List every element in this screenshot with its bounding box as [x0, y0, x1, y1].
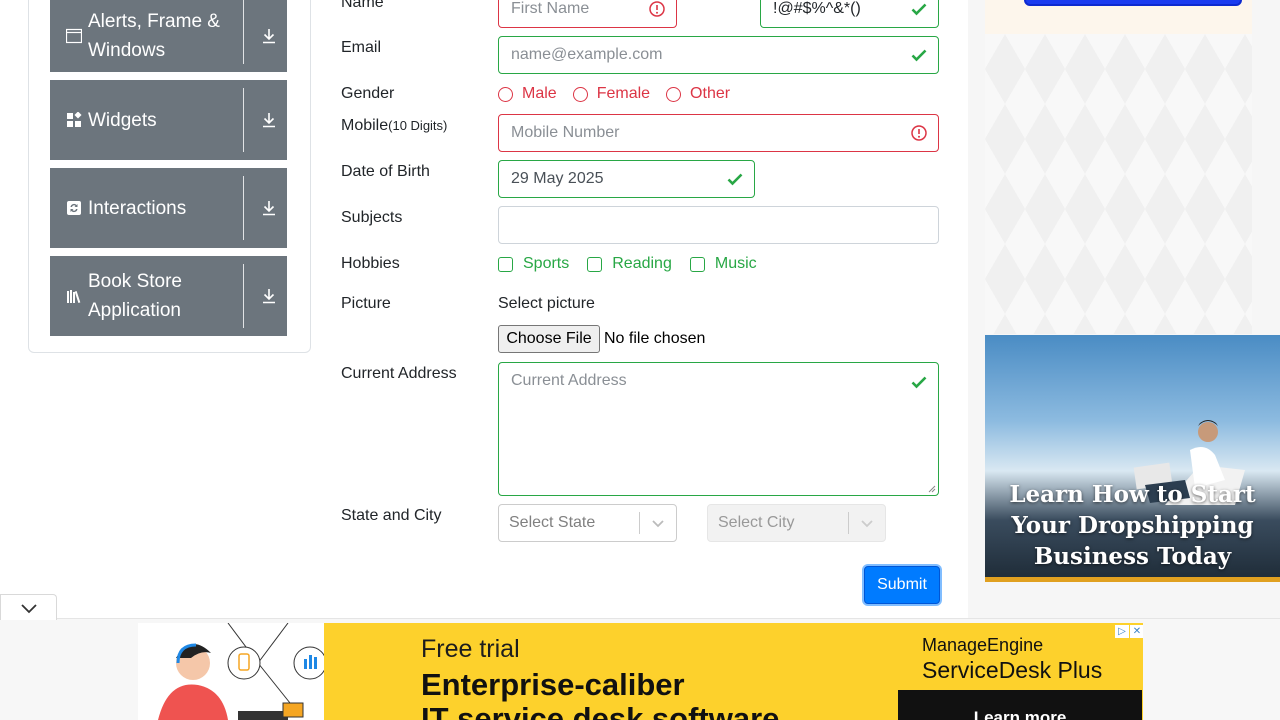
- last-name-value: !@#$%^&*(): [773, 0, 861, 17]
- sidebar-group-book-store[interactable]: Book Store Application: [50, 256, 287, 336]
- check-icon: [911, 3, 927, 16]
- gender-radio-other[interactable]: [666, 86, 682, 102]
- ad-headline-1: Enterprise-caliber: [421, 667, 685, 702]
- resize-handle-icon[interactable]: [928, 485, 936, 493]
- hobbies-label: Hobbies: [341, 255, 400, 272]
- choose-file-button[interactable]: Choose File: [498, 325, 600, 353]
- download-icon[interactable]: [257, 256, 281, 336]
- chevron-down-icon: [20, 603, 37, 613]
- gender-male-label[interactable]: Male: [522, 85, 557, 103]
- check-icon: [727, 173, 743, 186]
- address-textarea[interactable]: Current Address: [498, 362, 939, 496]
- ad-choices[interactable]: ▷ ✕: [1114, 625, 1143, 638]
- email-input[interactable]: name@example.com: [498, 36, 939, 74]
- first-name-placeholder: First Name: [511, 0, 590, 17]
- download-icon[interactable]: [257, 168, 281, 248]
- ad-headline-2: IT service desk software: [421, 701, 780, 720]
- hobby-checkbox-sports[interactable]: [498, 256, 513, 272]
- dob-input[interactable]: 29 May 2025: [498, 160, 755, 198]
- divider: [243, 264, 244, 328]
- address-label: Current Address: [341, 365, 457, 382]
- promo-bottom-bar: [985, 577, 1280, 582]
- books-icon: [67, 290, 81, 304]
- ad-illustration: [138, 623, 327, 720]
- dob-value: 29 May 2025: [511, 170, 604, 187]
- gender-female-label[interactable]: Female: [597, 85, 650, 103]
- promo-ad[interactable]: Learn How to Start Your Dropshipping Bus…: [985, 335, 1280, 582]
- city-select[interactable]: Select City: [707, 504, 886, 542]
- divider: [243, 0, 244, 64]
- ad-brand-manageengine: ManageEngine: [922, 635, 1044, 655]
- hobby-music-label[interactable]: Music: [715, 255, 757, 273]
- file-status: No file chosen: [604, 330, 706, 347]
- error-icon: [649, 1, 665, 17]
- dob-label: Date of Birth: [341, 163, 430, 180]
- hobbies-options: Sports Reading Music: [498, 255, 775, 273]
- mobile-hint: (10 Digits): [388, 118, 448, 133]
- subjects-input[interactable]: [498, 206, 939, 244]
- sidebar-group-interactions[interactable]: Interactions: [50, 168, 287, 248]
- email-placeholder: name@example.com: [511, 46, 663, 63]
- sidebar-group-label: Alerts, Frame & Windows: [88, 11, 220, 61]
- gender-label: Gender: [341, 85, 395, 102]
- hobby-sports-label[interactable]: Sports: [523, 255, 569, 273]
- ad-learn-more-button[interactable]: Learn more: [898, 690, 1142, 720]
- mobile-label: Mobile(10 Digits): [341, 117, 447, 135]
- hobby-checkbox-music[interactable]: [689, 256, 705, 272]
- collapse-ad-button[interactable]: [0, 594, 57, 620]
- chevron-down-icon[interactable]: [640, 518, 676, 528]
- ad-pattern-background: [985, 34, 1252, 334]
- last-name-input[interactable]: !@#$%^&*(): [760, 0, 939, 28]
- ad-brand-servicedesk: ServiceDesk Plus: [922, 657, 1103, 683]
- gender-radio-female[interactable]: [572, 86, 588, 102]
- promo-title: Learn How to Start Your Dropshipping Bus…: [1009, 481, 1256, 570]
- gender-other-label[interactable]: Other: [690, 85, 730, 103]
- address-placeholder: Current Address: [511, 372, 627, 389]
- ad-free-trial: Free trial: [421, 635, 520, 663]
- state-select[interactable]: Select State: [498, 504, 677, 542]
- email-label: Email: [341, 39, 382, 56]
- mobile-input[interactable]: Mobile Number: [498, 114, 939, 152]
- ad-close-icon[interactable]: ✕: [1130, 625, 1143, 638]
- error-icon: [911, 125, 927, 141]
- sidebar-group-label: Widgets: [88, 109, 157, 131]
- download-icon[interactable]: [257, 0, 281, 72]
- sidebar-group-alerts[interactable]: Alerts, Frame & Windows: [50, 0, 287, 72]
- state-placeholder: Select State: [509, 514, 596, 531]
- download-icon[interactable]: [257, 80, 281, 160]
- divider: [243, 88, 244, 152]
- sidebar-group-label: Interactions: [88, 197, 187, 219]
- city-placeholder: Select City: [718, 514, 795, 531]
- check-icon: [911, 49, 927, 62]
- state-city-label: State and City: [341, 507, 442, 524]
- subjects-label: Subjects: [341, 209, 403, 226]
- top-ad-button[interactable]: [1024, 0, 1242, 6]
- mobile-placeholder: Mobile Number: [511, 124, 620, 141]
- check-icon: [911, 376, 927, 389]
- hobby-reading-label[interactable]: Reading: [612, 255, 672, 273]
- name-label: Name: [341, 0, 384, 11]
- gender-radio-male[interactable]: [498, 86, 513, 102]
- sidebar-group-widgets[interactable]: Widgets: [50, 80, 287, 160]
- chevron-down-icon[interactable]: [849, 518, 885, 528]
- picture-label: Picture: [341, 295, 391, 312]
- widgets-icon: [67, 112, 82, 127]
- select-picture-label: Select picture: [498, 295, 595, 312]
- sidebar-group-label: Book Store Application: [88, 271, 182, 321]
- submit-button[interactable]: Submit: [864, 566, 940, 604]
- divider: [243, 176, 244, 240]
- bottom-ad-banner[interactable]: Free trial Enterprise-caliber IT service…: [138, 623, 1143, 720]
- gender-options: Male Female Other: [498, 85, 746, 103]
- ad-info-icon[interactable]: ▷: [1115, 625, 1129, 638]
- window-icon: [66, 28, 82, 44]
- interactions-icon: [67, 201, 81, 215]
- first-name-input[interactable]: First Name: [498, 0, 677, 28]
- mobile-label-text: Mobile: [341, 117, 389, 134]
- hobby-checkbox-reading[interactable]: [587, 256, 603, 272]
